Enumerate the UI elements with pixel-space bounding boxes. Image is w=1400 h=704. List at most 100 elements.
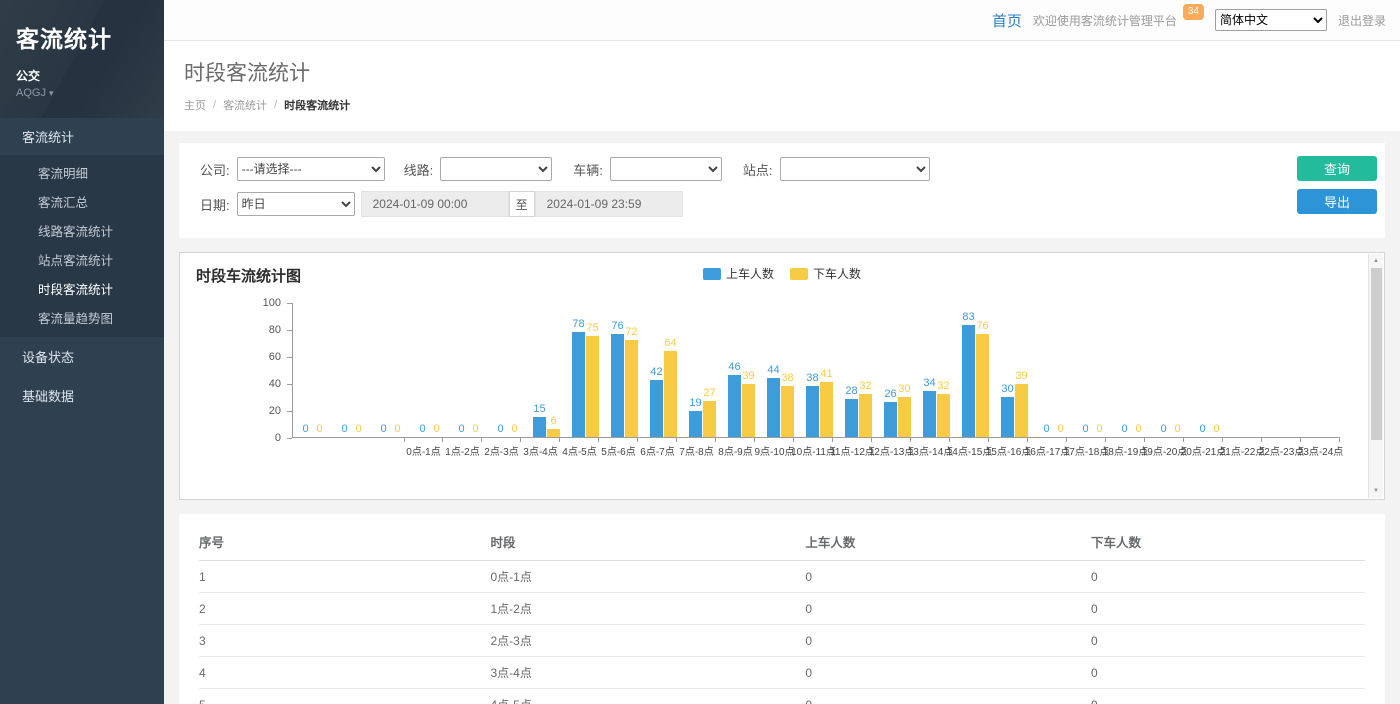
page-title: 时段客流统计 (184, 57, 1380, 87)
x-tick-label: 4点-5点 (560, 438, 599, 458)
bar (1015, 384, 1028, 437)
x-tick-label: 10点-11点 (794, 438, 833, 458)
scroll-down-icon[interactable]: ▼ (1369, 484, 1383, 498)
export-button[interactable]: 导出 (1297, 189, 1377, 214)
table-cell: 0 (1091, 689, 1365, 704)
sidebar-item[interactable]: 客流汇总 (0, 187, 164, 216)
bar (1001, 397, 1014, 438)
bar-value-label: 0 (458, 424, 464, 435)
breadcrumb-section[interactable]: 客流统计 (223, 97, 267, 113)
bar (547, 429, 560, 437)
x-tick-label: 8点-9点 (716, 438, 755, 458)
caret-down-icon: ▾ (49, 88, 54, 98)
bar-value-label: 32 (859, 381, 871, 392)
home-link[interactable]: 首页 (992, 10, 1022, 31)
bar (572, 332, 585, 437)
table-cell: 0点-1点 (491, 561, 806, 593)
y-tick-label: 40 (269, 379, 281, 390)
logout-link[interactable]: 退出登录 (1338, 12, 1386, 29)
scrollbar-thumb[interactable] (1371, 268, 1382, 440)
x-tick-label: 17点-18点 (1067, 438, 1106, 458)
sidebar-item[interactable]: 客流量趋势图 (0, 303, 164, 332)
bar-value-label: 38 (781, 373, 793, 384)
sidebar-item[interactable]: 时段客流统计 (0, 274, 164, 303)
vehicle-select[interactable] (610, 157, 722, 181)
bar-value-label: 39 (742, 371, 754, 382)
table-row: 21点-2点00 (199, 593, 1365, 625)
table-header-row: 序号 时段 上车人数 下车人数 (199, 522, 1365, 561)
company-select[interactable]: ---请选择--- (237, 157, 385, 181)
bar (650, 380, 663, 437)
date-preset-select[interactable]: 昨日 (237, 192, 355, 216)
bar (586, 336, 599, 437)
query-button[interactable]: 查询 (1297, 156, 1377, 181)
x-tick-label: 11点-12点 (833, 438, 872, 458)
bar-group: 2832 (839, 303, 878, 437)
bar (859, 394, 872, 437)
bar-group: 00 (1034, 303, 1073, 437)
table-cell: 0 (805, 625, 1091, 657)
sidebar-submenu: 客流明细客流汇总线路客流统计站点客流统计时段客流统计客流量趋势图 (0, 155, 164, 337)
bar-value-label: 76 (611, 321, 623, 332)
bar-value-label: 0 (1199, 424, 1205, 435)
x-tick-label: 21点-22点 (1223, 438, 1262, 458)
x-tick-label: 16点-17点 (1028, 438, 1067, 458)
chart-plot: 0000000000001567875767242641927463944383… (292, 303, 1340, 438)
breadcrumb-home[interactable]: 主页 (184, 97, 206, 113)
legend-item[interactable]: 上车人数 (703, 265, 774, 282)
table-row: 54点-5点00 (199, 689, 1365, 704)
chart-plot-wrap: 0000000000001567875767242641927463944383… (292, 303, 1340, 458)
col-alighting: 下车人数 (1091, 522, 1365, 561)
bar-value-label: 0 (316, 424, 322, 435)
breadcrumb-separator: / (213, 99, 216, 111)
line-select[interactable] (440, 157, 552, 181)
legend-item[interactable]: 下车人数 (790, 265, 861, 282)
filter-row-1: 公司: ---请选择--- 线路: 车辆: 站点: (193, 156, 1371, 182)
bar (806, 386, 819, 437)
sidebar: 客流统计 公交 AQGJ▾ 客流统计客流明细客流汇总线路客流统计站点客流统计时段… (0, 0, 164, 704)
bar-group: 3841 (800, 303, 839, 437)
bar-value-label: 0 (472, 424, 478, 435)
sidebar-item[interactable]: 线路客流统计 (0, 216, 164, 245)
bar-value-label: 15 (533, 404, 545, 415)
content-area: 公司: ---请选择--- 线路: 车辆: 站点: 日期: 昨日 (164, 131, 1400, 704)
legend-label: 上车人数 (726, 265, 774, 282)
sidebar-item[interactable]: 客流明细 (0, 158, 164, 187)
table-cell: 3点-4点 (491, 657, 806, 689)
chart-x-axis: 0点-1点1点-2点2点-3点3点-4点4点-5点5点-6点6点-7点7点-8点… (404, 438, 1340, 458)
bar-value-label: 0 (1213, 424, 1219, 435)
bar-group: 00 (371, 303, 410, 437)
y-tick-label: 80 (269, 325, 281, 336)
station-select[interactable] (780, 157, 930, 181)
sidebar-section[interactable]: 设备状态 (0, 337, 164, 376)
topbar: 首页 欢迎使用客流统计管理平台 34 简体中文 退出登录 (164, 0, 1400, 41)
bar (664, 351, 677, 437)
x-tick-label: 5点-6点 (599, 438, 638, 458)
date-start-input[interactable]: 2024-01-09 00:00 (361, 191, 509, 217)
language-select[interactable]: 简体中文 (1215, 9, 1327, 31)
bar-value-label: 46 (728, 362, 740, 373)
sidebar-item[interactable]: 站点客流统计 (0, 245, 164, 274)
bar-value-label: 0 (1174, 424, 1180, 435)
bar-group: 00 (488, 303, 527, 437)
bar-group: 00 (1151, 303, 1190, 437)
sidebar-section[interactable]: 客流统计 (0, 118, 164, 155)
notification-badge: 34 (1183, 4, 1204, 20)
y-tick-label: 60 (269, 352, 281, 363)
table-cell: 0 (1091, 657, 1365, 689)
bar (923, 391, 936, 437)
chart-vertical-scrollbar[interactable]: ▲ ▼ (1368, 254, 1383, 498)
bar-group: 7672 (605, 303, 644, 437)
bar-group: 2630 (878, 303, 917, 437)
bar-value-label: 0 (1096, 424, 1102, 435)
bar-value-label: 78 (572, 319, 584, 330)
scroll-up-icon[interactable]: ▲ (1369, 254, 1383, 268)
org-selector[interactable]: AQGJ▾ (16, 87, 148, 99)
bar-value-label: 0 (355, 424, 361, 435)
filter-row-2: 日期: 昨日 2024-01-09 00:00 至 2024-01-09 23:… (193, 191, 1371, 217)
bar-value-label: 27 (703, 388, 715, 399)
date-end-input[interactable]: 2024-01-09 23:59 (535, 191, 683, 217)
station-label: 站点: (743, 160, 773, 179)
sidebar-section[interactable]: 基础数据 (0, 376, 164, 415)
bar (820, 382, 833, 437)
